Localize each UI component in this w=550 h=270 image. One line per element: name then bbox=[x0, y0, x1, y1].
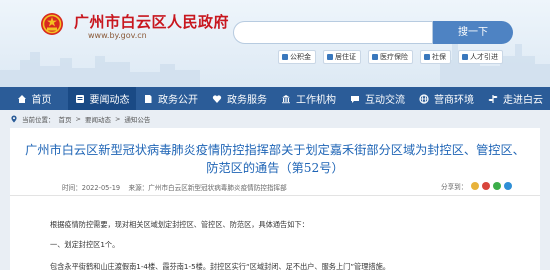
nav-item-about-baiyun[interactable]: 走进白云 bbox=[481, 87, 550, 110]
nav-item-business[interactable]: 营商环境 bbox=[412, 87, 481, 110]
share-label: 分享到： bbox=[441, 183, 468, 191]
article-paragraph: 根据疫情防控需要，现对相关区域划定封控区、管控区、防范区，具体通告如下： bbox=[50, 220, 309, 229]
search-button[interactable]: 搜一下 bbox=[433, 21, 513, 44]
quicklink-icon bbox=[282, 54, 288, 60]
quicklinks: 公积金 居住证 医疗保险 社保 人才引进 bbox=[278, 50, 503, 64]
nav-item-agencies[interactable]: 工作机构 bbox=[274, 87, 343, 110]
breadcrumb-notices[interactable]: 通知公告 bbox=[124, 114, 150, 124]
nav-label: 政务服务 bbox=[227, 95, 267, 106]
breadcrumb: 当前位置： 首页 > 要闻动态 > 通知公告 bbox=[10, 110, 540, 128]
building-icon bbox=[281, 94, 291, 104]
nav-label: 政务公开 bbox=[158, 95, 198, 106]
quicklink-icon bbox=[327, 54, 333, 60]
article-source: 来源：广州市白云区新型冠状病毒肺炎疫情防控指挥部 bbox=[128, 184, 287, 192]
article-title-line1: 广州市白云区新型冠状病毒肺炎疫情防控指挥部关于划定嘉禾街部分区域为封控区、管控区… bbox=[25, 143, 525, 157]
heart-icon bbox=[212, 94, 222, 104]
search-input[interactable] bbox=[233, 21, 433, 44]
nav-item-services[interactable]: 政务服务 bbox=[205, 87, 274, 110]
article-title-line2: 防范区的通告（第52号） bbox=[206, 161, 344, 175]
site-header: 广州市白云区人民政府 www.by.gov.cn 搜一下 公积金 居住证 医疗保… bbox=[0, 0, 550, 87]
quicklink-label: 居住证 bbox=[335, 53, 356, 61]
quicklink-label: 人才引进 bbox=[470, 53, 498, 61]
chat-icon bbox=[350, 94, 360, 104]
national-emblem-icon bbox=[41, 13, 63, 35]
quicklink-housing-fund[interactable]: 公积金 bbox=[278, 50, 316, 64]
nav-item-news[interactable]: 要闻动态 bbox=[68, 87, 136, 110]
qq-share-icon[interactable] bbox=[504, 182, 513, 190]
quicklink-icon bbox=[462, 54, 468, 60]
quicklink-social-security[interactable]: 社保 bbox=[420, 50, 451, 64]
quicklink-icon bbox=[424, 54, 430, 60]
wechat-share-icon[interactable] bbox=[493, 182, 502, 190]
breadcrumb-separator: > bbox=[75, 115, 81, 123]
nav-label: 工作机构 bbox=[296, 95, 336, 106]
nav-label: 走进白云 bbox=[503, 95, 543, 106]
nav-item-home[interactable]: 首页 bbox=[0, 87, 68, 110]
main-nav: 首页 要闻动态 政务公开 政务服务 工作机构 互动交流 营商环境 走进白云 bbox=[0, 87, 550, 110]
article-paragraph: 包含永平街鹤和山庄渡假南1-4楼、霞芬南1-5楼。封控区实行“区域封闭、足不出户… bbox=[50, 262, 390, 270]
share-bar: 分享到： bbox=[441, 181, 513, 191]
news-icon bbox=[75, 94, 85, 104]
quicklink-talent[interactable]: 人才引进 bbox=[458, 50, 503, 64]
quicklink-residence-permit[interactable]: 居住证 bbox=[323, 50, 361, 64]
article-meta-info: 时间：2022-05-19 来源：广州市白云区新型冠状病毒肺炎疫情防控指挥部 bbox=[62, 182, 287, 192]
article-panel: 广州市白云区新型冠状病毒肺炎疫情防控指挥部关于划定嘉禾街部分区域为封控区、管控区… bbox=[10, 128, 540, 270]
article-meta: 时间：2022-05-19 来源：广州市白云区新型冠状病毒肺炎疫情防控指挥部 分… bbox=[10, 180, 540, 196]
quicklink-label: 公积金 bbox=[290, 53, 311, 61]
site-url: www.by.gov.cn bbox=[88, 31, 147, 40]
breadcrumb-prefix: 当前位置： bbox=[22, 116, 55, 124]
qzone-share-icon[interactable] bbox=[471, 182, 480, 190]
weibo-share-icon[interactable] bbox=[482, 182, 491, 190]
quicklink-icon bbox=[372, 54, 378, 60]
site-title[interactable]: 广州市白云区人民政府 bbox=[74, 11, 229, 32]
nav-item-interaction[interactable]: 互动交流 bbox=[343, 87, 412, 110]
breadcrumb-home[interactable]: 首页 bbox=[59, 114, 72, 124]
quicklink-label: 社保 bbox=[432, 53, 446, 61]
home-icon bbox=[17, 94, 27, 104]
document-icon bbox=[143, 94, 153, 104]
article-time: 时间：2022-05-19 bbox=[62, 184, 121, 192]
share-icons bbox=[471, 182, 513, 190]
nav-item-gov-affairs[interactable]: 政务公开 bbox=[136, 87, 205, 110]
article-title: 广州市白云区新型冠状病毒肺炎疫情防控指挥部关于划定嘉禾街部分区域为封控区、管控区… bbox=[10, 141, 540, 177]
location-pin-icon bbox=[11, 115, 17, 123]
nav-label: 营商环境 bbox=[434, 95, 474, 106]
quicklink-medical-insurance[interactable]: 医疗保险 bbox=[368, 50, 413, 64]
breadcrumb-separator: > bbox=[114, 115, 121, 123]
nav-label: 要闻动态 bbox=[89, 95, 130, 106]
breadcrumb-news[interactable]: 要闻动态 bbox=[85, 114, 111, 124]
nav-label: 互动交流 bbox=[365, 95, 405, 106]
globe-icon bbox=[419, 93, 429, 104]
signpost-icon bbox=[488, 94, 498, 104]
nav-label: 首页 bbox=[31, 95, 52, 106]
quicklink-label: 医疗保险 bbox=[380, 53, 408, 61]
article-paragraph: 一、划定封控区1个。 bbox=[50, 240, 120, 249]
